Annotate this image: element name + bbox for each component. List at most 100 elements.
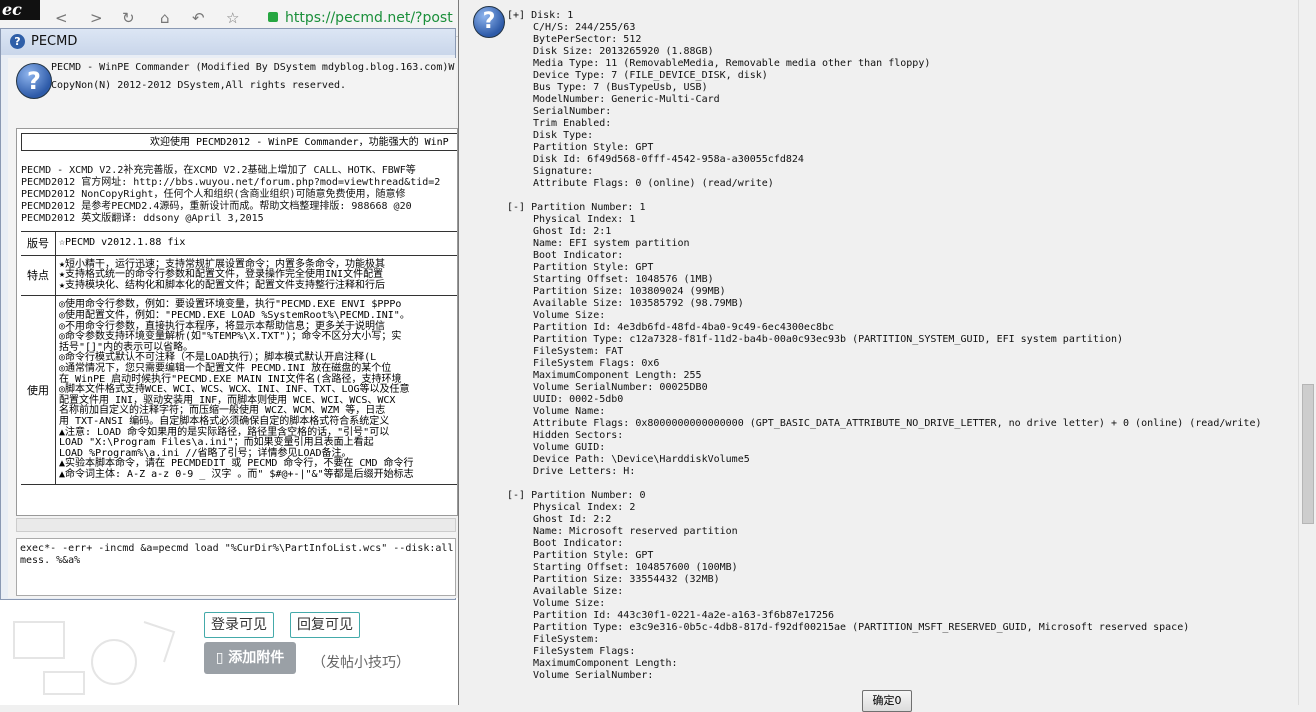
intro-line: PECMD2012 NonCopyRight，任何个人和组织(含商业组织)可随意… [21,189,406,200]
info-line: FileSystem Flags: 0x6 [533,358,660,369]
info-line: Ghost Id: 2:2 [533,514,612,525]
address-bar[interactable]: https://pecmd.net/?post [285,10,453,26]
info-line: Starting Offset: 104857600 (100MB) [533,562,738,573]
header-line-1: PECMD - WinPE Commander (Modified By DSy… [51,62,455,73]
row-key: 版号 [21,232,56,255]
info-line: Device Type: 7 (FILE_DEVICE_DISK, disk) [533,70,768,81]
add-attachment-button[interactable]: ▯ 添加附件 [204,642,296,674]
vertical-scrollbar[interactable] [1298,0,1316,705]
info-line: Available Size: [533,586,624,597]
info-line: Hidden Sectors: [533,430,624,441]
row-line: ☆PECMD v2012.1.88 fix [59,237,186,248]
info-line: Device Path: \Device\HarddiskVolume5 [533,454,750,465]
star-icon[interactable]: ☆ [226,9,239,27]
row-line: ◎使用配置文件，例如："PECMD.EXE LOAD %SystemRoot%\… [59,309,410,321]
info-line: BytePerSector: 512 [533,34,642,45]
table-row: 特点 ★短小精干，运行迅速；支持常规扩展设置命令；内置多条命令，功能极其 ★支持格式… [21,255,457,297]
pecmd-client: ? PECMD - WinPE Commander (Modified By D… [8,58,458,598]
partition-title: Partition Number: 1 [531,202,646,213]
row-line: ◎通常情况下，您只需要编辑一个配置文件 PECMD.INI 放在磁盘的某个位 [59,362,392,374]
help-document[interactable]: 欢迎使用 PECMD2012 - WinPE Commander，功能强大的 W… [16,128,458,516]
lock-icon [268,12,278,22]
intro-line: PECMD2012 是参考PECMD2.4源码，重新设计而成。帮助文档整理排版:… [21,201,412,212]
expand-toggle[interactable]: [+] [507,10,525,21]
info-line: Name: Microsoft reserved partition [533,526,738,537]
disk-title: Disk: 1 [531,10,574,21]
home-icon[interactable]: ⌂ [160,9,170,27]
info-line: Volume Size: [533,310,606,321]
info-line: FileSystem: FAT [533,346,624,357]
info-line: Name: EFI system partition [533,238,690,249]
info-line: Partition Style: GPT [533,262,654,273]
partition-title: Partition Number: 0 [531,490,646,501]
question-icon: ? [16,63,52,99]
back-icon[interactable]: < [55,9,68,27]
info-line: Disk Type: [533,130,594,141]
partition-info-text: [+] Disk: 1 C/H/S: 244/255/63 BytePerSecto… [507,10,1297,682]
info-line: FileSystem Flags: [533,646,636,657]
info-line: Partition Style: GPT [533,142,654,153]
info-line: Available Size: 103585792 (98.79MB) [533,298,744,309]
info-line: Volume GUID: [533,442,606,453]
info-line: Partition Style: GPT [533,550,654,561]
disk-head: [+] Disk: 1 [507,10,1297,22]
undo-icon[interactable]: ↶ [192,9,205,27]
pecmd-titlebar[interactable]: ? PECMD [1,29,455,55]
forward-icon[interactable]: > [90,9,103,27]
ok-button[interactable]: 确定0 [862,690,912,712]
pecmd-window: ? PECMD ? PECMD - WinPE Commander (Modif… [0,28,458,600]
info-line: Boot Indicator: [533,250,624,261]
row-line: ★支持模块化、结构化和脚本化的配置文件；配置文件支持整行注释和行后 [59,279,386,291]
question-icon: ? [473,6,505,38]
intro-line: PECMD - XCMD V2.2补充完善版，在XCMD V2.2基础上增加了 … [21,165,416,176]
info-line: UUID: 0002-5db0 [533,394,624,405]
expand-toggle[interactable]: [-] [507,202,525,213]
info-line: Physical Index: 2 [533,502,636,513]
table-row: 使用 ◎使用命令行参数，例如：要设置环境变量，执行"PECMD.EXE ENVI … [21,296,457,486]
info-line: MaximumComponent Length: 255 [533,370,702,381]
info-line: Partition Type: c12a7328-f81f-11d2-ba4b-… [533,334,1124,345]
info-line: Partition Id: 443c30f1-0221-4a2e-a163-3f… [533,610,835,621]
command-input[interactable]: exec*- -err+ -incmd &a=pecmd load "%CurD… [16,538,456,596]
help-table: 版号 ☆PECMD v2012.1.88 fix 特点 ★短小精干，运行迅速；支持常规… [21,231,457,486]
info-line: C/H/S: 244/255/63 [533,22,636,33]
help-icon: ? [10,34,25,49]
info-line: Partition Type: e3c9e316-0b5c-4db8-817d-… [533,622,1190,633]
info-line: ModelNumber: Generic-Multi-Card [533,94,720,105]
info-line: Attribute Flags: 0x8000000000000000 (GPT… [533,418,1262,429]
info-line: Starting Offset: 1048576 (1MB) [533,274,714,285]
info-line: SerialNumber: [533,106,612,117]
intro-text: PECMD - XCMD V2.2补充完善版，在XCMD V2.2基础上增加了 … [21,165,440,225]
expand-toggle[interactable]: [-] [507,490,525,501]
info-line: Disk Id: 6f49d568-0fff-4542-958a-a30055c… [533,154,804,165]
welcome-banner: 欢迎使用 PECMD2012 - WinPE Commander，功能强大的 W… [21,133,457,151]
login-visible-button[interactable]: 登录可见 [204,612,274,638]
partition-head: [-] Partition Number: 0 [507,490,1297,502]
file-icon: ▯ [215,650,224,666]
reload-icon[interactable]: ↻ [122,9,135,27]
doodle-decoration [13,621,176,695]
row-key: 使用 [21,296,56,485]
intro-line: PECMD2012 英文版翻译: ddsony @April 3,2015 [21,213,264,224]
info-line: Partition Size: 33554432 (32MB) [533,574,720,585]
table-row: 版号 ☆PECMD v2012.1.88 fix [21,232,457,256]
header-line-2: CopyNon(N) 2012-2012 DSystem,All rights … [51,80,347,91]
info-line: Volume SerialNumber: 00025DB0 [533,382,708,393]
scrollbar-thumb[interactable] [1302,384,1314,524]
pecmd-title: PECMD [31,34,78,49]
info-line: Disk Size: 2013265920 (1.88GB) [533,46,714,57]
row-value: ★短小精干，运行迅速；支持常规扩展设置命令；内置多条命令，功能极其 ★支持格式统一… [57,256,457,296]
info-line: Attribute Flags: 0 (online) (read/write) [533,178,774,189]
row-line: 用 TXT-ANSI 编码。自定脚本格式必须确保自定的脚本格式符合系统定义 [59,415,390,427]
info-line: Partition Size: 103809024 (99MB) [533,286,726,297]
info-line: Bus Type: 7 (BusTypeUsb, USB) [533,82,708,93]
info-line: Trim Enabled: [533,118,612,129]
posting-tips-link[interactable]: （发帖小技巧） [312,652,410,672]
row-value: ◎使用命令行参数，例如：要设置环境变量，执行"PECMD.EXE ENVI $P… [57,296,457,484]
info-line: Drive Letters: H: [533,466,636,477]
info-line: MaximumComponent Length: [533,658,678,669]
horizontal-scrollbar[interactable] [16,518,456,532]
row-value: ☆PECMD v2012.1.88 fix [57,232,457,255]
reply-visible-button[interactable]: 回复可见 [290,612,360,638]
